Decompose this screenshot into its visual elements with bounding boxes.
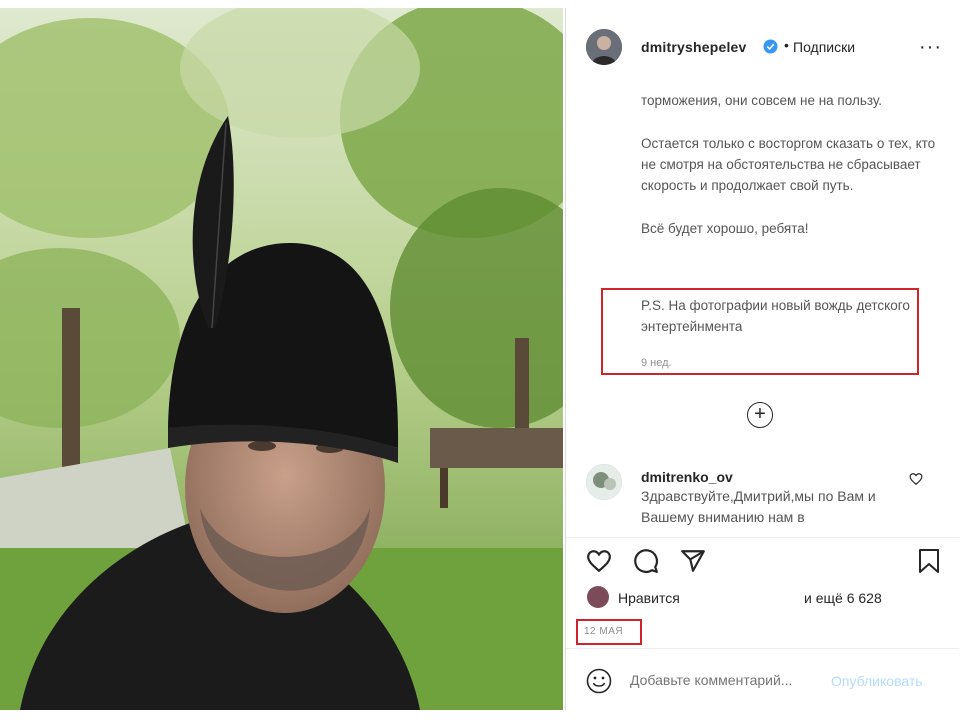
- caption-paragraph: торможения, они совсем не на пользу.: [641, 93, 883, 108]
- comment-icon[interactable]: [633, 548, 659, 579]
- liker-avatar[interactable]: [587, 586, 609, 608]
- add-comment-input[interactable]: [630, 672, 830, 688]
- verified-badge-icon: [763, 39, 778, 54]
- caption-postscript: P.S. На фотографии новый вождь детского …: [641, 298, 910, 334]
- header-separator: •: [784, 37, 789, 53]
- actions-divider: [566, 537, 959, 538]
- publish-button[interactable]: Опубликовать: [831, 673, 923, 689]
- more-options-icon[interactable]: ···: [919, 36, 942, 59]
- comment-username[interactable]: dmitrenko_ov: [641, 469, 733, 485]
- emoji-icon[interactable]: [586, 668, 612, 699]
- caption-age: 9 нед.: [641, 357, 672, 369]
- commenter-avatar[interactable]: [586, 464, 622, 500]
- post-photo[interactable]: [0, 8, 563, 710]
- load-more-comments-button[interactable]: +: [747, 402, 773, 428]
- share-icon[interactable]: [680, 548, 706, 579]
- following-button[interactable]: Подписки: [793, 39, 855, 55]
- comment-box-divider: [566, 648, 959, 649]
- post-header: dmitryshepelev • Подписки ···: [566, 8, 959, 86]
- caption-paragraph: Всё будет хорошо, ребята!: [641, 221, 809, 236]
- author-username[interactable]: dmitryshepelev: [641, 39, 747, 55]
- comment-text: Здравствуйте,Дмитрий,мы по Вам и Вашему …: [641, 488, 876, 525]
- likes-count[interactable]: и ещё 6 628: [804, 590, 882, 606]
- heart-icon[interactable]: [586, 548, 612, 579]
- post-date: 12 МАЯ: [576, 619, 642, 645]
- likes-label[interactable]: Нравится: [618, 590, 680, 606]
- post-caption: торможения, они совсем не на пользу. Ост…: [641, 90, 941, 261]
- photo-image: [0, 8, 563, 710]
- comment-like-icon[interactable]: [909, 472, 923, 491]
- caption-paragraph: Остается только с восторгом сказать о те…: [641, 136, 936, 193]
- bookmark-icon[interactable]: [917, 548, 941, 579]
- author-avatar[interactable]: [586, 29, 622, 65]
- post-side-panel: dmitryshepelev • Подписки ··· торможения…: [565, 8, 959, 710]
